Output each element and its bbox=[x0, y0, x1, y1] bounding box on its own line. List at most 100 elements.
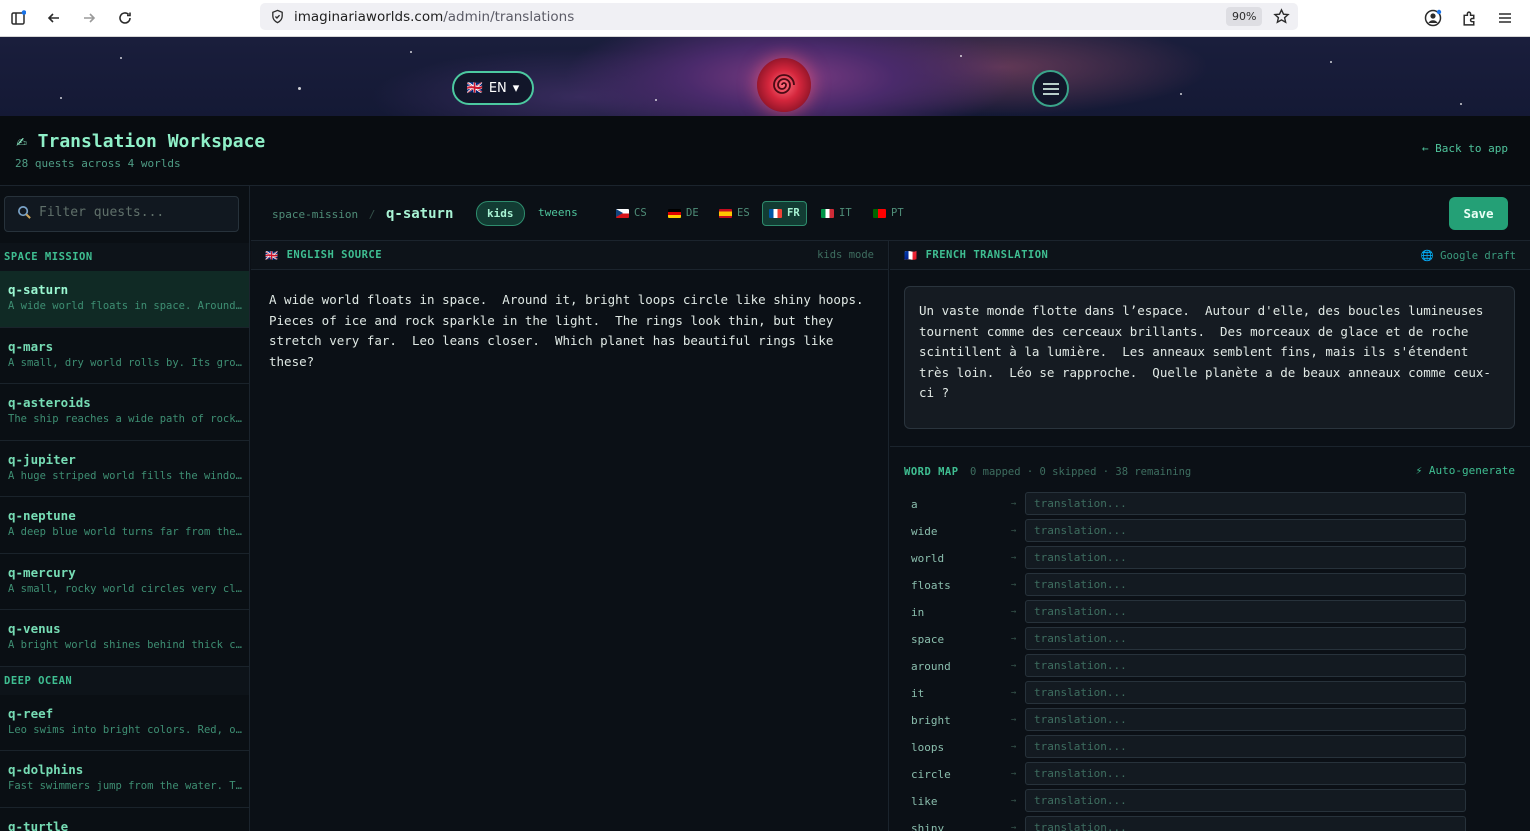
word-map-translation-input[interactable] bbox=[1025, 762, 1466, 785]
word-map-translation-input[interactable] bbox=[1025, 627, 1466, 650]
spanish-flag-icon bbox=[719, 209, 732, 218]
language-switcher[interactable]: 🇬🇧 EN ▾ bbox=[452, 71, 534, 105]
lang-tab-pt[interactable]: PT bbox=[867, 201, 910, 226]
word-map-translation-input[interactable] bbox=[1025, 519, 1466, 542]
word-map-source-word: floats bbox=[911, 579, 951, 592]
zoom-badge[interactable]: 90% bbox=[1226, 7, 1263, 26]
breadcrumb-quest: q-saturn bbox=[385, 206, 454, 222]
arrow-right-icon: → bbox=[1011, 823, 1017, 831]
word-map-source-word: around bbox=[911, 660, 951, 673]
breadcrumb-world[interactable]: space-mission bbox=[272, 208, 358, 221]
quest-item-saturn[interactable]: q-saturn A wide world floats in space. A… bbox=[0, 271, 249, 328]
word-map-translation-input[interactable] bbox=[1025, 546, 1466, 569]
word-map-list: a→wide→world→floats→in→space→around→it→b… bbox=[904, 492, 1504, 831]
arrow-right-icon: → bbox=[1011, 769, 1017, 779]
translation-pane: 🇫🇷 FRENCH TRANSLATION 🌐 Google draft Un … bbox=[890, 241, 1530, 831]
word-map-source-word: wide bbox=[911, 525, 938, 538]
quest-item-reef[interactable]: q-reef Leo swims into bright colors. Red… bbox=[0, 695, 249, 751]
word-map-translation-input[interactable] bbox=[1025, 735, 1466, 758]
hamburger-icon bbox=[1042, 82, 1059, 95]
word-map-source-word: a bbox=[911, 498, 918, 511]
french-flag-icon: 🇫🇷 bbox=[904, 249, 918, 262]
auto-generate-button[interactable]: ⚡ Auto-generate bbox=[1416, 464, 1515, 477]
filter-quests-input[interactable] bbox=[39, 205, 229, 220]
source-text: A wide world floats in space. Around it,… bbox=[269, 292, 864, 369]
search-icon bbox=[18, 206, 31, 219]
lang-tab-es[interactable]: ES bbox=[713, 201, 756, 226]
mode-tab-kids[interactable]: kids bbox=[476, 201, 525, 226]
word-map-source-word: loops bbox=[911, 741, 945, 754]
quest-item-neptune[interactable]: q-neptune A deep blue world turns far fr… bbox=[0, 497, 249, 554]
source-pane-header: 🇬🇧 ENGLISH SOURCE kids mode bbox=[251, 241, 888, 270]
word-map-translation-input[interactable] bbox=[1025, 600, 1466, 623]
address-bar[interactable]: imaginariaworlds.com/admin/translations … bbox=[260, 3, 1298, 30]
word-map-source-word: bright bbox=[911, 714, 951, 727]
uk-flag-icon: 🇬🇧 bbox=[466, 80, 483, 96]
word-map-source-word: space bbox=[911, 633, 945, 646]
word-map-translation-input[interactable] bbox=[1025, 816, 1466, 831]
browser-toolbar: imaginariaworlds.com/admin/translations … bbox=[0, 0, 1530, 37]
word-map-row: world → bbox=[904, 546, 1504, 573]
translation-pane-header: 🇫🇷 FRENCH TRANSLATION 🌐 Google draft bbox=[890, 241, 1530, 270]
word-map-translation-input[interactable] bbox=[1025, 573, 1466, 596]
quest-item-mars[interactable]: q-mars A small, dry world rolls by. Its … bbox=[0, 328, 249, 384]
hamburger-menu-button[interactable] bbox=[1032, 70, 1069, 107]
translation-pane-title: FRENCH TRANSLATION bbox=[925, 249, 1049, 261]
arrow-right-icon: → bbox=[1011, 607, 1017, 617]
word-map-translation-input[interactable] bbox=[1025, 789, 1466, 812]
word-map-translation-input[interactable] bbox=[1025, 681, 1466, 704]
italian-flag-icon bbox=[821, 209, 834, 218]
translation-textarea[interactable]: Un vaste monde flotte dans l’espace. Aut… bbox=[904, 286, 1515, 429]
lang-tab-de[interactable]: DE bbox=[662, 201, 705, 226]
section-deep-ocean: DEEP OCEAN bbox=[0, 666, 249, 695]
forward-arrow-icon[interactable] bbox=[77, 6, 101, 30]
reload-icon[interactable] bbox=[113, 6, 137, 30]
word-map-source-word: in bbox=[911, 606, 925, 619]
browser-menu-icon[interactable] bbox=[1493, 6, 1517, 30]
quest-item-dolphins[interactable]: q-dolphins Fast swimmers jump from the w… bbox=[0, 751, 249, 808]
mode-tab-tweens[interactable]: tweens bbox=[528, 201, 588, 226]
word-map-row: loops → bbox=[904, 735, 1504, 762]
back-to-app-link[interactable]: ← Back to app bbox=[1422, 142, 1508, 155]
extensions-icon[interactable] bbox=[1457, 6, 1481, 30]
lang-tab-cs[interactable]: CS bbox=[610, 201, 653, 226]
word-map-row: around → bbox=[904, 654, 1504, 681]
arrow-right-icon: → bbox=[1011, 661, 1017, 671]
quest-item-asteroids[interactable]: q-asteroids The ship reaches a wide path… bbox=[0, 384, 249, 441]
word-map-row: circle → bbox=[904, 762, 1504, 789]
lang-tab-it[interactable]: IT bbox=[815, 201, 858, 226]
portuguese-flag-icon bbox=[873, 209, 886, 218]
quest-item-mercury[interactable]: q-mercury A small, rocky world circles v… bbox=[0, 554, 249, 610]
arrow-right-icon: → bbox=[1011, 526, 1017, 536]
word-map-stats: 0 mapped · 0 skipped · 38 remaining bbox=[970, 466, 1192, 478]
breadcrumb-separator: / bbox=[368, 208, 376, 221]
save-button[interactable]: Save bbox=[1449, 197, 1508, 230]
app-banner: 🇬🇧 EN ▾ bbox=[0, 37, 1530, 116]
page-subtitle: 28 quests across 4 worlds bbox=[15, 157, 181, 170]
language-code: EN bbox=[488, 80, 507, 96]
bookmark-star-icon[interactable] bbox=[1273, 8, 1290, 25]
quest-item-venus[interactable]: q-venus A bright world shines behind thi… bbox=[0, 610, 249, 667]
word-map-source-word: it bbox=[911, 687, 925, 700]
word-map-translation-input[interactable] bbox=[1025, 708, 1466, 731]
sidebar-toggle-icon[interactable] bbox=[6, 6, 30, 30]
czech-flag-icon bbox=[616, 209, 629, 218]
url-text: imaginariaworlds.com/admin/translations bbox=[294, 9, 575, 25]
arrow-right-icon: → bbox=[1011, 742, 1017, 752]
back-arrow-icon[interactable] bbox=[42, 6, 66, 30]
arrow-right-icon: → bbox=[1011, 580, 1017, 590]
page-title: ✍ Translation Workspace bbox=[16, 131, 266, 152]
word-map-row: it → bbox=[904, 681, 1504, 708]
word-map-source-word: like bbox=[911, 795, 938, 808]
word-map-row: bright → bbox=[904, 708, 1504, 735]
spiral-logo-icon[interactable] bbox=[757, 58, 811, 112]
lang-tab-fr[interactable]: FR bbox=[762, 201, 807, 226]
word-map-translation-input[interactable] bbox=[1025, 492, 1466, 515]
account-icon[interactable] bbox=[1421, 6, 1445, 30]
word-map-row: floats → bbox=[904, 573, 1504, 600]
site-security-icon[interactable] bbox=[270, 9, 285, 24]
quest-item-turtle[interactable]: q-turtle bbox=[0, 808, 249, 831]
word-map-translation-input[interactable] bbox=[1025, 654, 1466, 677]
google-draft-button[interactable]: 🌐 Google draft bbox=[1421, 249, 1516, 262]
quest-item-jupiter[interactable]: q-jupiter A huge striped world fills the… bbox=[0, 441, 249, 497]
